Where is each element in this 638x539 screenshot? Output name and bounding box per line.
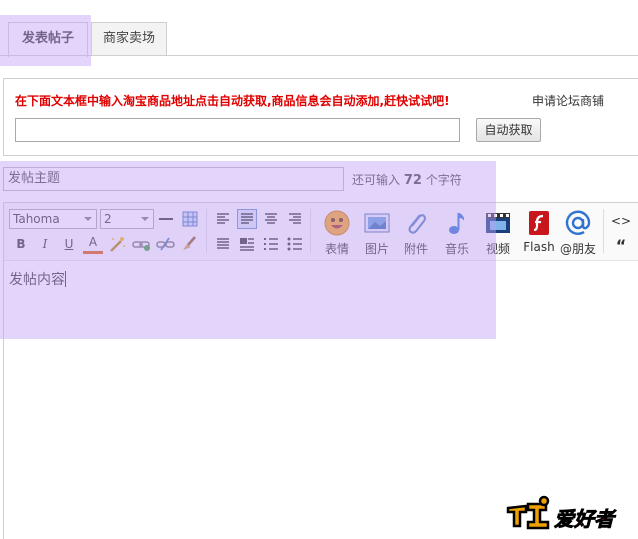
char-counter: 还可输入 72 个字符 xyxy=(352,171,462,188)
emoticon-label: 表情 xyxy=(324,242,349,256)
unlink-icon xyxy=(156,237,175,251)
auto-fetch-button[interactable]: 自动获取 xyxy=(476,118,541,142)
emoticon-button[interactable]: 表情 xyxy=(317,209,357,259)
logo-icon: 爱好者 xyxy=(506,495,617,531)
tab-bar: 发表帖子 商家卖场 xyxy=(0,0,638,57)
font-color-button[interactable]: A xyxy=(83,234,103,254)
quote-button[interactable]: “ xyxy=(611,236,631,256)
code-button[interactable]: <> xyxy=(611,211,631,231)
mention-button[interactable]: @朋友 xyxy=(558,209,598,259)
taobao-fetch-panel: 在下面文本框中输入淘宝商品地址点击自动获取,商品信息会自动添加,赶快试试吧! 申… xyxy=(3,78,638,156)
flash-button[interactable]: Flash xyxy=(519,209,559,259)
paragraph-icon xyxy=(217,238,229,249)
smiley-icon xyxy=(324,210,350,236)
taobao-instruction: 在下面文本框中输入淘宝商品地址点击自动获取,商品信息会自动添加,赶快试试吧! xyxy=(15,94,450,108)
tab-new-post[interactable]: 发表帖子 xyxy=(8,22,88,57)
chevron-down-icon xyxy=(84,217,92,221)
chevron-down-icon xyxy=(141,217,149,221)
font-family-select[interactable]: Tahoma xyxy=(9,209,97,229)
unordered-list-button[interactable] xyxy=(285,234,305,254)
paragraph-button[interactable] xyxy=(213,234,233,254)
align-left-button[interactable] xyxy=(213,209,233,229)
toolbar-separator xyxy=(603,209,604,253)
align-center-icon xyxy=(265,213,277,224)
subject-input[interactable]: 发帖主题 xyxy=(3,167,344,191)
attachment-label: 附件 xyxy=(403,242,428,256)
editor-content-text: 发帖内容 xyxy=(9,272,65,288)
font-family-value: Tahoma xyxy=(13,212,60,226)
music-button[interactable]: 音乐 xyxy=(437,209,477,259)
paperclip-icon xyxy=(408,214,426,234)
align-right-button[interactable] xyxy=(285,209,305,229)
insert-link-button[interactable] xyxy=(131,234,151,254)
table-icon xyxy=(182,211,198,227)
align-left-icon xyxy=(217,213,229,224)
editor-toolbar: Tahoma 2 B I U A 表情 图片 附件 音乐 视频 Flash @朋… xyxy=(4,203,638,261)
magic-wand-button[interactable] xyxy=(107,234,127,254)
horizontal-rule-icon xyxy=(159,218,173,220)
attachment-button[interactable]: 附件 xyxy=(396,209,436,259)
video-button[interactable]: 视频 xyxy=(478,209,518,259)
music-label: 音乐 xyxy=(444,242,469,256)
text-caret xyxy=(65,271,66,287)
float-image-button[interactable] xyxy=(237,234,257,254)
bold-button[interactable]: B xyxy=(11,234,31,254)
char-counter-prefix: 还可输入 xyxy=(352,173,401,187)
flash-icon xyxy=(529,211,549,235)
clear-format-button[interactable] xyxy=(179,234,199,254)
font-size-select[interactable]: 2 xyxy=(100,209,154,229)
editor-content-area[interactable]: 发帖内容 xyxy=(9,269,66,289)
tab-divider xyxy=(0,55,638,56)
mention-label: @朋友 xyxy=(559,242,596,256)
flash-label: Flash xyxy=(523,240,555,254)
at-icon xyxy=(565,210,591,235)
music-note-icon xyxy=(449,213,465,234)
ordered-list-button[interactable] xyxy=(261,234,281,254)
unordered-list-icon xyxy=(287,237,302,251)
italic-button[interactable]: I xyxy=(35,234,55,254)
image-icon xyxy=(364,213,390,233)
underline-button[interactable]: U xyxy=(59,234,79,254)
align-center-button[interactable] xyxy=(261,209,281,229)
font-size-value: 2 xyxy=(104,212,112,226)
brush-icon xyxy=(183,236,196,250)
taobao-url-input[interactable] xyxy=(15,118,460,142)
logo-text: 爱好者 xyxy=(554,507,617,531)
horizontal-rule-button[interactable] xyxy=(156,209,176,229)
ordered-list-icon xyxy=(264,238,278,250)
float-icon xyxy=(240,238,254,251)
film-icon xyxy=(486,213,510,233)
tab-merchant-store[interactable]: 商家卖场 xyxy=(91,22,167,56)
align-justify-icon xyxy=(241,213,253,224)
toolbar-separator xyxy=(206,209,207,253)
table-button[interactable] xyxy=(180,209,200,229)
post-editor: Tahoma 2 B I U A 表情 图片 附件 音乐 视频 Flash @朋… xyxy=(3,202,638,539)
link-icon xyxy=(132,241,150,251)
magic-wand-icon xyxy=(110,237,125,252)
char-counter-suffix: 个字符 xyxy=(425,173,462,187)
align-justify-button[interactable] xyxy=(237,209,257,229)
image-label: 图片 xyxy=(364,242,389,256)
char-counter-count: 72 xyxy=(403,173,422,188)
image-button[interactable]: 图片 xyxy=(357,209,397,259)
align-right-icon xyxy=(289,213,301,224)
remove-link-button[interactable] xyxy=(155,234,175,254)
watermark-logo: 爱好者 xyxy=(506,494,630,534)
video-label: 视频 xyxy=(485,242,510,256)
apply-store-link[interactable]: 申请论坛商铺 xyxy=(532,92,604,109)
toolbar-separator xyxy=(310,209,311,253)
